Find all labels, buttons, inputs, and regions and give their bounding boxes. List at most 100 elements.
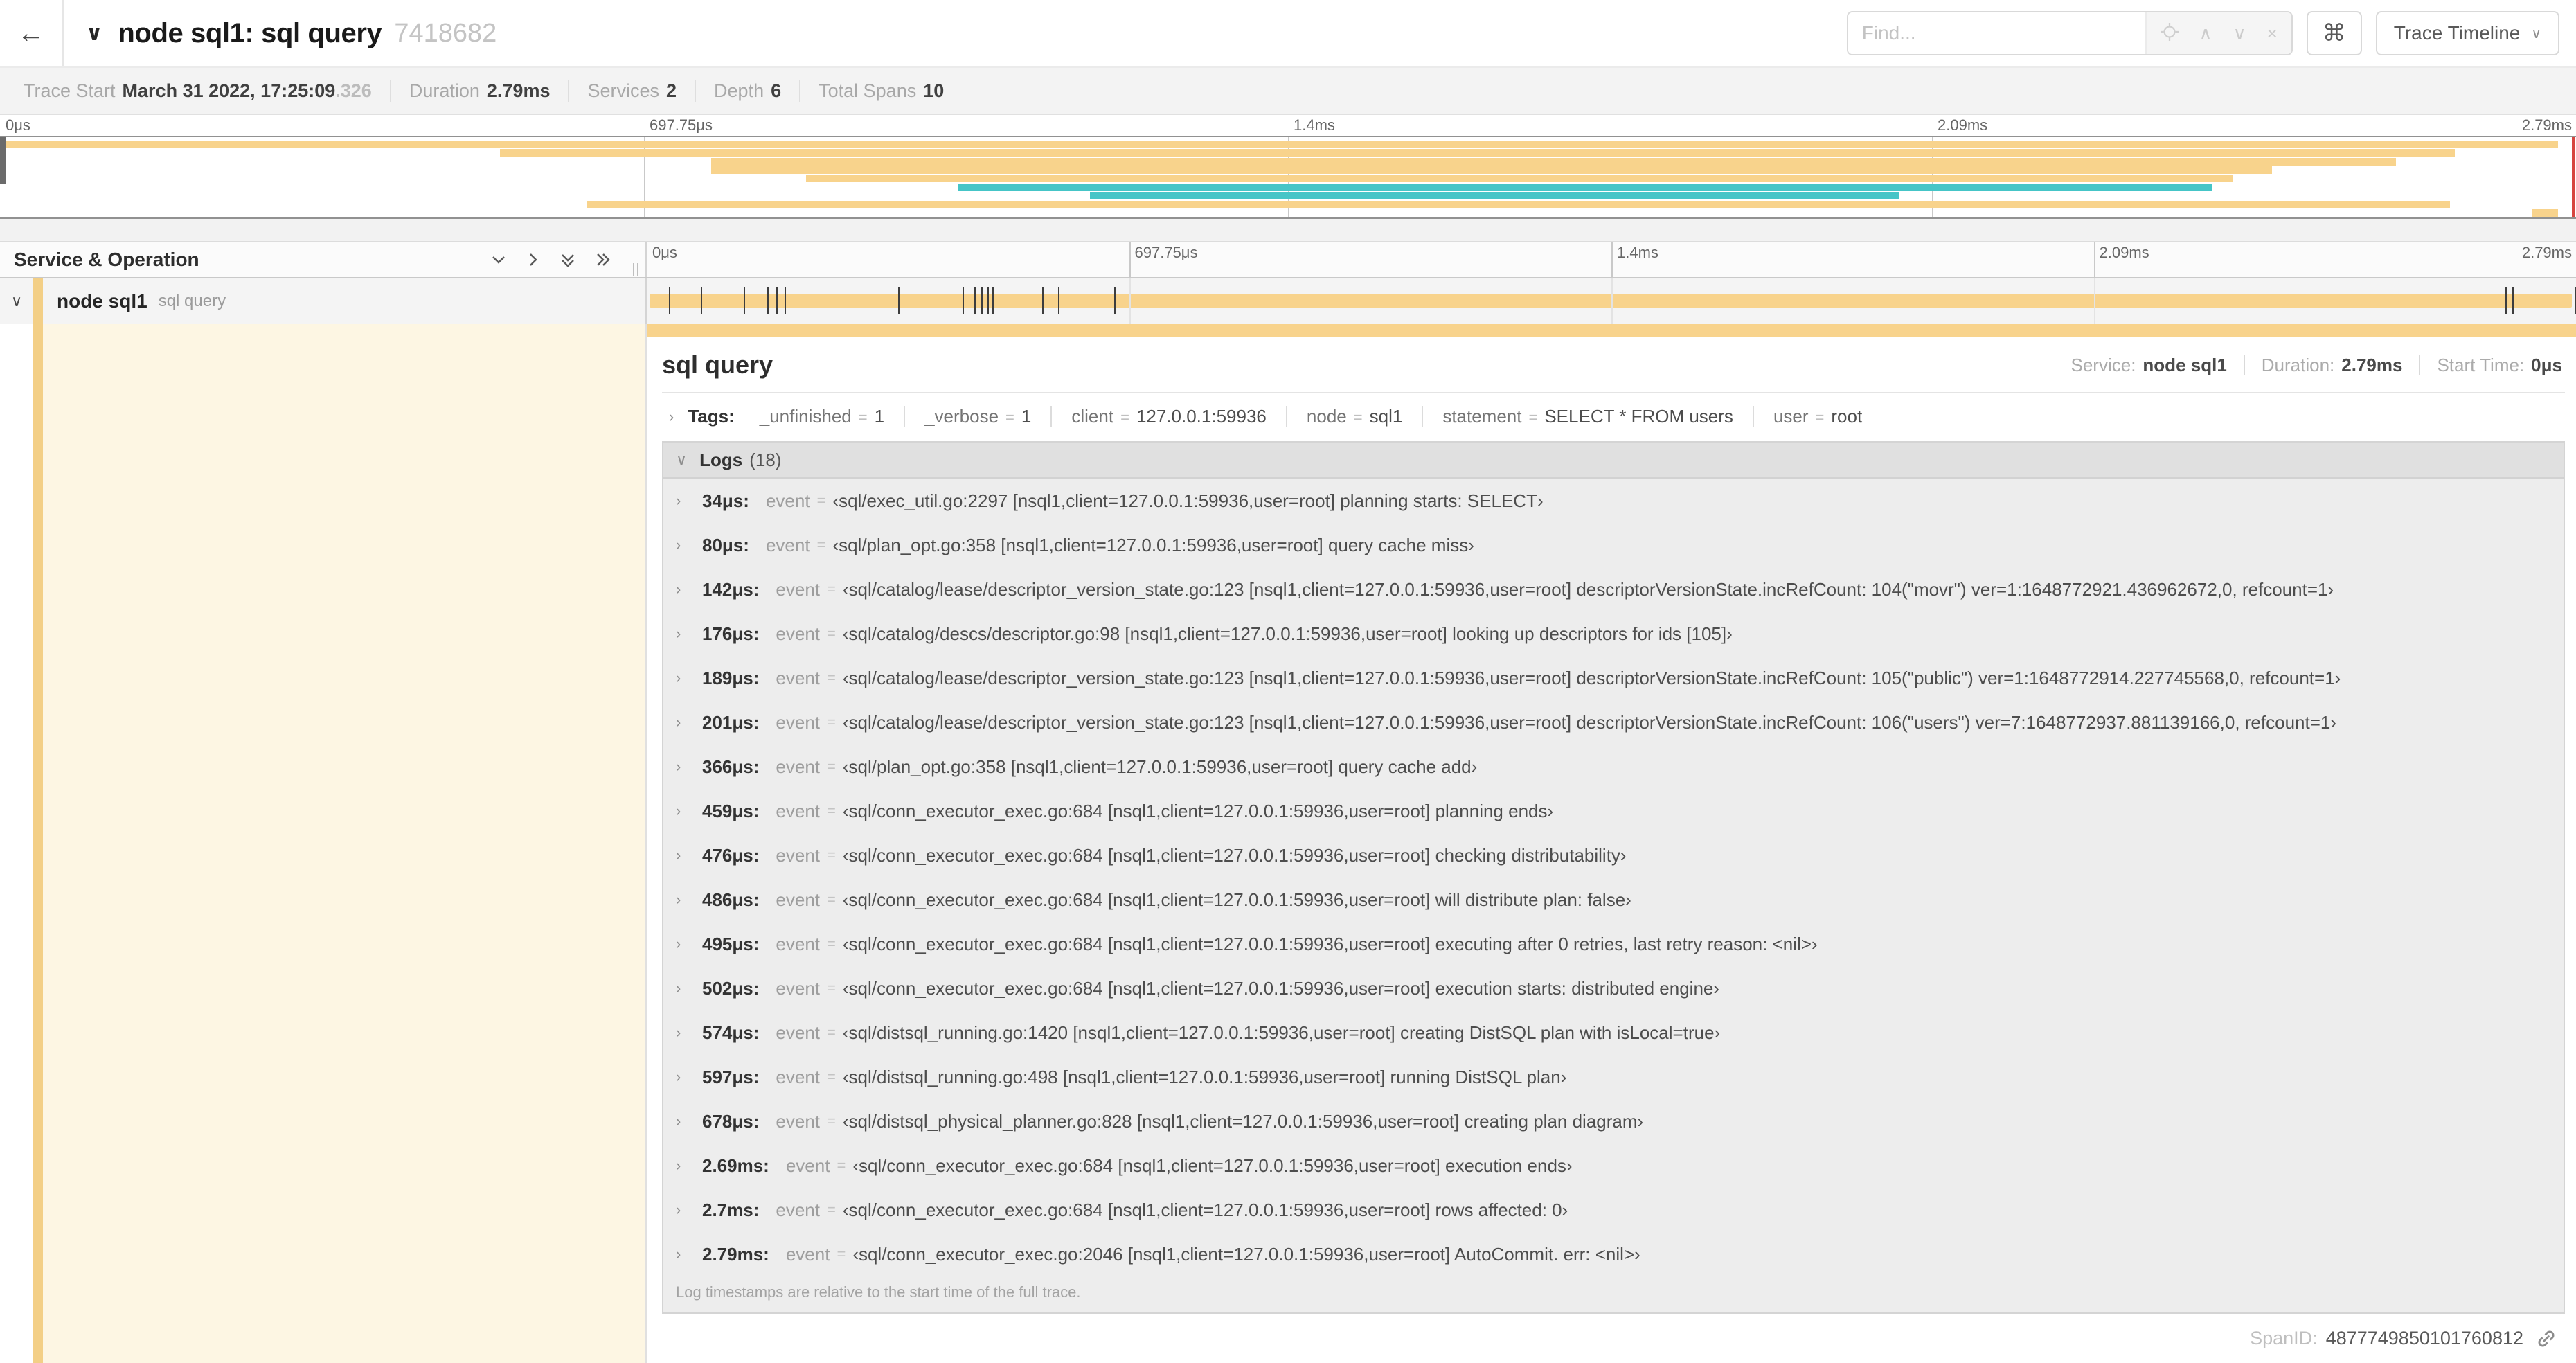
ruler-tick-label: 2.79ms	[2521, 116, 2572, 134]
log-entry-row[interactable]: › 2.7ms: event = ‹sql/conn_executor_exec.go:…	[663, 1188, 2564, 1232]
log-entry-row[interactable]: › 678μs: event = ‹sql/distsql_physical_plann…	[663, 1099, 2564, 1143]
minimap-span-bar	[0, 141, 2558, 148]
log-entry-row[interactable]: › 2.79ms: event = ‹sql/conn_executor_exec.go…	[663, 1232, 2564, 1276]
log-entry-row[interactable]: › 502μs: event = ‹sql/conn_executor_exec.go:…	[663, 966, 2564, 1010]
ruler-tick-label: 0μs	[6, 116, 30, 134]
deep-link-icon[interactable]	[2536, 1328, 2557, 1349]
ruler-tick-label: 1.4ms	[1617, 244, 1658, 261]
log-entry-row[interactable]: › 2.69ms: event = ‹sql/conn_executor_exec.go…	[663, 1143, 2564, 1188]
timeline-gridline	[1611, 242, 1613, 277]
log-entry-row[interactable]: › 574μs: event = ‹sql/distsql_running.go:142…	[663, 1010, 2564, 1055]
logs-label: Logs	[699, 449, 743, 470]
service-operation-header: Service & Operation	[0, 242, 647, 277]
log-entry-row[interactable]: › 366μs: event = ‹sql/plan_opt.go:358 [nsql1…	[663, 745, 2564, 789]
collapse-one-icon[interactable]	[490, 251, 507, 268]
keyboard-shortcuts-button[interactable]: ⌘	[2306, 11, 2362, 55]
title-chevron-down-icon[interactable]: ∨	[86, 21, 102, 46]
chevron-right-icon: ›	[676, 1245, 681, 1263]
back-button[interactable]: ←	[0, 0, 64, 66]
span-id-label: SpanID:	[2250, 1328, 2318, 1348]
span-service-name: node sql1	[57, 290, 147, 312]
tag-item: _verbose = 1	[905, 406, 1053, 427]
log-entry-row[interactable]: › 459μs: event = ‹sql/conn_executor_exec.go:…	[663, 789, 2564, 833]
top-bar: ← ∨ node sql1: sql query 7418682 ∧ ∨ × ⌘	[0, 0, 2576, 66]
chevron-right-icon: ›	[676, 536, 681, 553]
chevron-right-icon: ›	[676, 713, 681, 731]
logs-count: (18)	[749, 449, 782, 470]
ruler-tick-label: 1.4ms	[1294, 116, 1335, 134]
chevron-right-icon: ›	[676, 1157, 681, 1174]
tags-list: _unfinished = 1 _verbose = 1 client = 127.0.0.1:…	[740, 406, 1881, 427]
expand-all-icon[interactable]	[594, 251, 611, 268]
log-entry-row[interactable]: › 476μs: event = ‹sql/conn_executor_exec.go:…	[663, 833, 2564, 878]
find-group: ∧ ∨ ×	[1846, 11, 2293, 55]
timeline-ruler: 0μs 697.75μs 1.4ms 2.09ms 2.79ms	[647, 242, 2576, 277]
tags-accordion[interactable]: › Tags: _unfinished = 1 _verbose = 1 client = 12…	[662, 393, 2565, 438]
log-entry-row[interactable]: › 80μs: event = ‹sql/plan_opt.go:358 [nsql1,…	[663, 523, 2564, 567]
log-event-tick	[992, 287, 994, 314]
find-next-icon[interactable]: ∨	[2233, 24, 2246, 42]
chevron-right-icon: ›	[676, 758, 681, 775]
minimap-right-scrubber[interactable]	[2572, 137, 2575, 217]
logs-header[interactable]: ∨ Logs (18)	[663, 443, 2564, 479]
span-detail-panel: sql query Service: node sql1 Duration: 2…	[647, 324, 2576, 1363]
minimap-left-scrubber[interactable]	[0, 137, 6, 184]
log-entry-row[interactable]: › 201μs: event = ‹sql/catalog/lease/descript…	[663, 700, 2564, 745]
trace-summary-item: Total Spans 10	[819, 80, 945, 101]
log-event-tick	[2505, 287, 2507, 314]
trace-summary-item: Depth 6	[696, 80, 801, 102]
timeline-gridline	[2093, 242, 2095, 277]
meta-divider	[2419, 355, 2421, 375]
ruler-tick-label: 697.75μs	[1134, 244, 1198, 261]
log-event-tick	[981, 287, 983, 314]
collapse-all-icon[interactable]	[560, 251, 576, 268]
trace-title-group[interactable]: ∨ node sql1: sql query 7418682	[86, 18, 497, 49]
trace-id: 7418682	[394, 18, 497, 48]
detail-left-column	[0, 324, 647, 1363]
log-entry-row[interactable]: › 486μs: event = ‹sql/conn_executor_exec.go:…	[663, 878, 2564, 922]
expand-one-icon[interactable]	[525, 251, 542, 268]
start-time-label: Start Time:	[2437, 354, 2525, 375]
focus-target-icon[interactable]	[2160, 23, 2179, 44]
log-entry-row[interactable]: › 597μs: event = ‹sql/distsql_running.go:498…	[663, 1055, 2564, 1099]
log-event-tick	[974, 287, 976, 314]
ruler-tick-label: 0μs	[652, 244, 677, 261]
timeline-gridline	[2093, 278, 2095, 324]
duration-value: 2.79ms	[2341, 354, 2403, 375]
log-entry-row[interactable]: › 34μs: event = ‹sql/exec_util.go:2297 [nsql…	[663, 479, 2564, 523]
minimap-canvas[interactable]	[0, 136, 2576, 219]
service-label: Service:	[2070, 354, 2136, 375]
find-input[interactable]	[1848, 12, 2145, 54]
find-clear-icon[interactable]: ×	[2267, 24, 2278, 42]
find-prev-icon[interactable]: ∧	[2199, 24, 2212, 42]
minimap-span-bar	[499, 149, 2456, 157]
log-event-tick	[987, 287, 990, 314]
log-event-tick	[1042, 287, 1044, 314]
timeline-gridline	[1611, 278, 1613, 324]
chevron-right-icon: ›	[676, 580, 681, 598]
service-operation-title: Service & Operation	[14, 249, 199, 270]
log-entry-row[interactable]: › 495μs: event = ‹sql/conn_executor_exec.go:…	[663, 922, 2564, 966]
log-event-tick	[963, 287, 965, 314]
span-collapse-chevron-icon[interactable]: ∨	[0, 292, 33, 310]
detail-span-bar-strip	[647, 324, 2576, 337]
collapse-controls	[490, 251, 611, 268]
span-row-name-column[interactable]: ∨ node sql1 sql query	[0, 278, 647, 324]
log-event-tick	[898, 287, 900, 314]
trace-view-selector[interactable]: Trace Timeline ∨	[2375, 11, 2559, 55]
span-row-timeline[interactable]	[647, 278, 2576, 324]
page-title: node sql1: sql query	[118, 17, 382, 48]
log-entry-row[interactable]: › 176μs: event = ‹sql/catalog/descs/descript…	[663, 612, 2564, 656]
span-row[interactable]: ∨ node sql1 sql query	[0, 278, 2576, 324]
chevron-right-icon: ›	[676, 492, 681, 509]
detail-meta: Service: node sql1 Duration: 2.79ms Star…	[2071, 355, 2563, 376]
log-event-tick	[776, 287, 778, 314]
minimap-ruler-labels: 0μs 697.75μs 1.4ms 2.09ms 2.79ms	[0, 115, 2576, 136]
column-resizer-grip[interactable]	[633, 263, 638, 276]
trace-summary-bar: Trace Start March 31 2022, 17:25:09.326 Du…	[0, 66, 2576, 115]
log-entry-row[interactable]: › 142μs: event = ‹sql/catalog/lease/descript…	[663, 567, 2564, 612]
command-icon: ⌘	[2322, 20, 2346, 46]
ruler-tick-label: 2.09ms	[1938, 116, 1988, 134]
log-entry-row[interactable]: › 189μs: event = ‹sql/catalog/lease/descript…	[663, 656, 2564, 700]
jaeger-trace-page: ← ∨ node sql1: sql query 7418682 ∧ ∨ × ⌘	[0, 0, 2576, 1363]
